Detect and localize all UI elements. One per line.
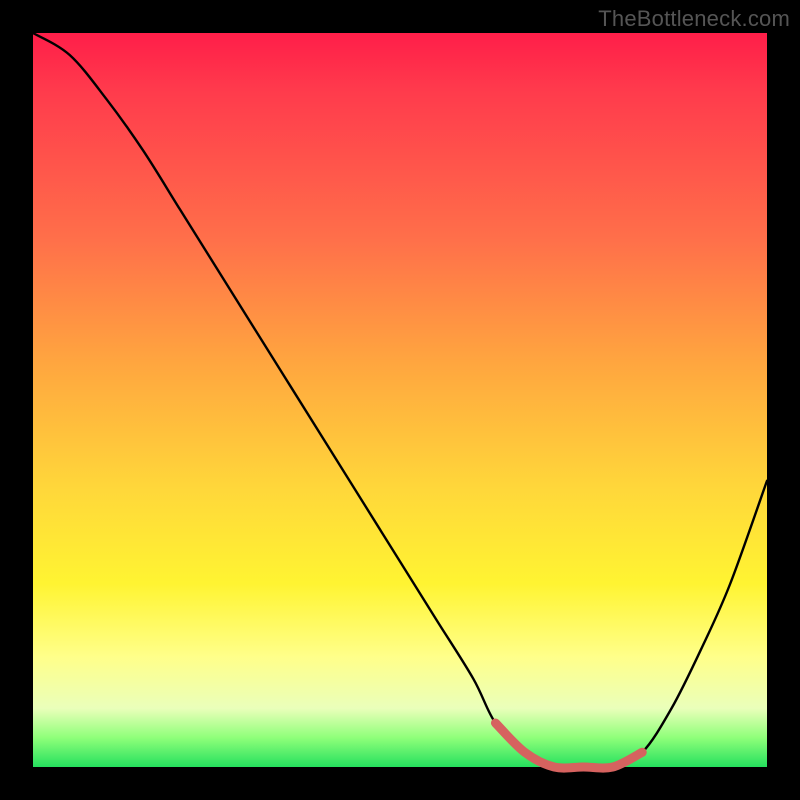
watermark-text: TheBottleneck.com (598, 6, 790, 32)
plot-area (33, 33, 767, 767)
bottleneck-curve-highlight (495, 723, 642, 768)
chart-frame: TheBottleneck.com (0, 0, 800, 800)
curve-svg (33, 33, 767, 767)
bottleneck-curve-line (33, 33, 767, 768)
